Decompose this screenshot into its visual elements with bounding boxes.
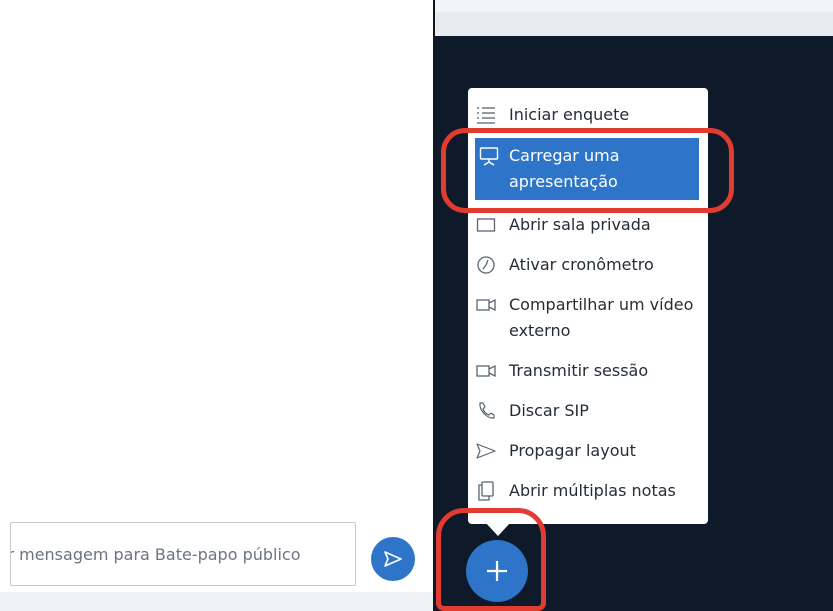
notes-icon <box>476 481 496 501</box>
menu-item-label: Iniciar enquete <box>509 105 630 124</box>
menu-item-start-poll[interactable]: Iniciar enquete <box>476 102 702 128</box>
phone-icon <box>476 401 496 421</box>
timer-icon <box>476 255 496 275</box>
menu-item-share-external-video[interactable]: Compartilhar um vídeo externo <box>476 292 702 344</box>
menu-item-activate-timer[interactable]: Ativar cronômetro <box>476 252 702 278</box>
menu-item-label: Abrir múltiplas notas <box>509 481 676 500</box>
menu-item-open-multiple-notes[interactable]: Abrir múltiplas notas <box>476 478 702 504</box>
breakout-room-icon <box>476 215 496 235</box>
menu-item-label: Discar SIP <box>509 401 589 420</box>
highlight-annotation-menu-item <box>441 128 734 213</box>
chat-panel <box>0 0 433 611</box>
presentation-top-bar-band <box>435 12 833 36</box>
video-camera-icon <box>476 361 496 381</box>
menu-item-label: Transmitir sessão <box>509 361 649 380</box>
menu-item-dial-sip[interactable]: Discar SIP <box>476 398 702 424</box>
menu-item-broadcast-session[interactable]: Transmitir sessão <box>476 358 702 384</box>
chat-footer-strip <box>0 592 433 611</box>
menu-item-propagate-layout[interactable]: Propagar layout <box>476 438 702 464</box>
menu-item-label: Propagar layout <box>509 441 636 460</box>
menu-item-label: Abrir sala privada <box>509 215 651 234</box>
send-message-button[interactable] <box>371 537 415 581</box>
poll-list-icon <box>476 105 496 125</box>
menu-item-open-breakout-room[interactable]: Abrir sala privada <box>476 212 702 238</box>
menu-item-label: Compartilhar um vídeo externo <box>509 295 694 340</box>
highlight-annotation-plus-button <box>436 508 546 611</box>
send-arrow-icon <box>476 441 496 461</box>
menu-item-label: Ativar cronômetro <box>509 255 654 274</box>
send-icon <box>384 551 402 567</box>
chat-message-field[interactable] <box>10 522 356 586</box>
video-camera-icon <box>476 295 496 315</box>
chat-message-input[interactable] <box>11 523 355 585</box>
